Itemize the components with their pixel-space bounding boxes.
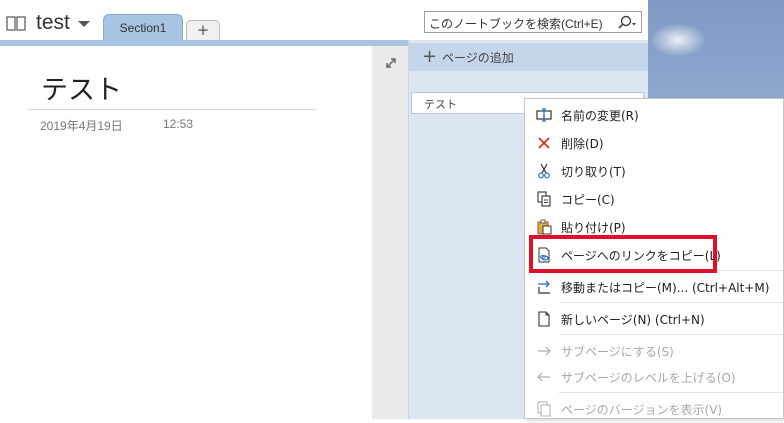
- menu-item-copy[interactable]: コピー(C): [525, 185, 783, 213]
- menu-item-label: ページのバージョンを表示(V): [561, 403, 723, 417]
- arrow-right-icon: [538, 346, 551, 356]
- scissors-icon: [538, 163, 550, 179]
- search-box[interactable]: このノートブックを検索(Ctrl+E): [424, 11, 642, 33]
- copy-icon: [537, 191, 551, 207]
- expand-icon[interactable]: [383, 55, 399, 71]
- menu-item-label: サブページにする(S): [561, 345, 674, 359]
- menu-item-new-page[interactable]: 新しいページ(N) (Ctrl+N): [525, 305, 783, 333]
- search-icon[interactable]: [615, 15, 637, 30]
- page-time: 12:53: [163, 117, 194, 131]
- menu-item-label: 削除(D): [561, 137, 604, 151]
- menu-item-label: サブページのレベルを上げる(O): [561, 371, 736, 385]
- menu-item-label: 貼り付け(P): [561, 221, 626, 235]
- menu-item-label: 名前の変更(R): [561, 109, 639, 123]
- add-page-button[interactable]: + ページの追加: [408, 43, 648, 71]
- notebook-bar: test Section1 + このノートブックを検索(Ctrl+E): [0, 0, 648, 40]
- add-section-tab[interactable]: +: [186, 20, 220, 40]
- notebook-dropdown-icon[interactable]: [78, 21, 90, 27]
- menu-item-move-or-copy[interactable]: 移動またはコピー(M)... (Ctrl+Alt+M): [525, 273, 783, 301]
- menu-item-label: 移動またはコピー(M)... (Ctrl+Alt+M): [561, 281, 770, 295]
- notebook-title[interactable]: test: [36, 11, 70, 35]
- title-divider: [28, 109, 316, 110]
- menu-item-promote-subpage[interactable]: サブページのレベルを上げる(O): [525, 363, 783, 391]
- page-list-item-label: テスト: [424, 98, 457, 111]
- page-title[interactable]: テスト: [41, 68, 122, 107]
- menu-item-label: コピー(C): [561, 193, 615, 207]
- page-versions-icon: [537, 401, 551, 417]
- notebook-icon: [6, 16, 26, 31]
- arrow-left-icon: [537, 372, 550, 382]
- menu-item-make-subpage[interactable]: サブページにする(S): [525, 337, 783, 365]
- menu-separator: [559, 334, 783, 335]
- paste-icon: [537, 219, 552, 235]
- menu-separator: [559, 302, 783, 303]
- new-page-icon: [538, 311, 550, 327]
- page-date: 2019年4月19日: [40, 119, 123, 133]
- menu-item-rename[interactable]: 名前の変更(R): [525, 101, 783, 129]
- menu-item-delete[interactable]: 削除(D): [525, 129, 783, 157]
- page-side-strip: [372, 46, 408, 419]
- search-input[interactable]: このノートブックを検索(Ctrl+E): [429, 15, 603, 32]
- add-page-label: ページの追加: [442, 51, 514, 65]
- plus-icon: +: [422, 46, 438, 67]
- rename-icon: [536, 108, 552, 122]
- menu-item-label: 新しいページ(N) (Ctrl+N): [561, 313, 705, 327]
- menu-item-label: 切り取り(T): [561, 165, 626, 179]
- highlight-box: [529, 235, 717, 273]
- menu-separator: [559, 392, 783, 393]
- menu-item-cut[interactable]: 切り取り(T): [525, 157, 783, 185]
- tab-section1[interactable]: Section1: [103, 14, 183, 40]
- delete-icon: [538, 137, 550, 149]
- move-copy-icon: [538, 280, 550, 294]
